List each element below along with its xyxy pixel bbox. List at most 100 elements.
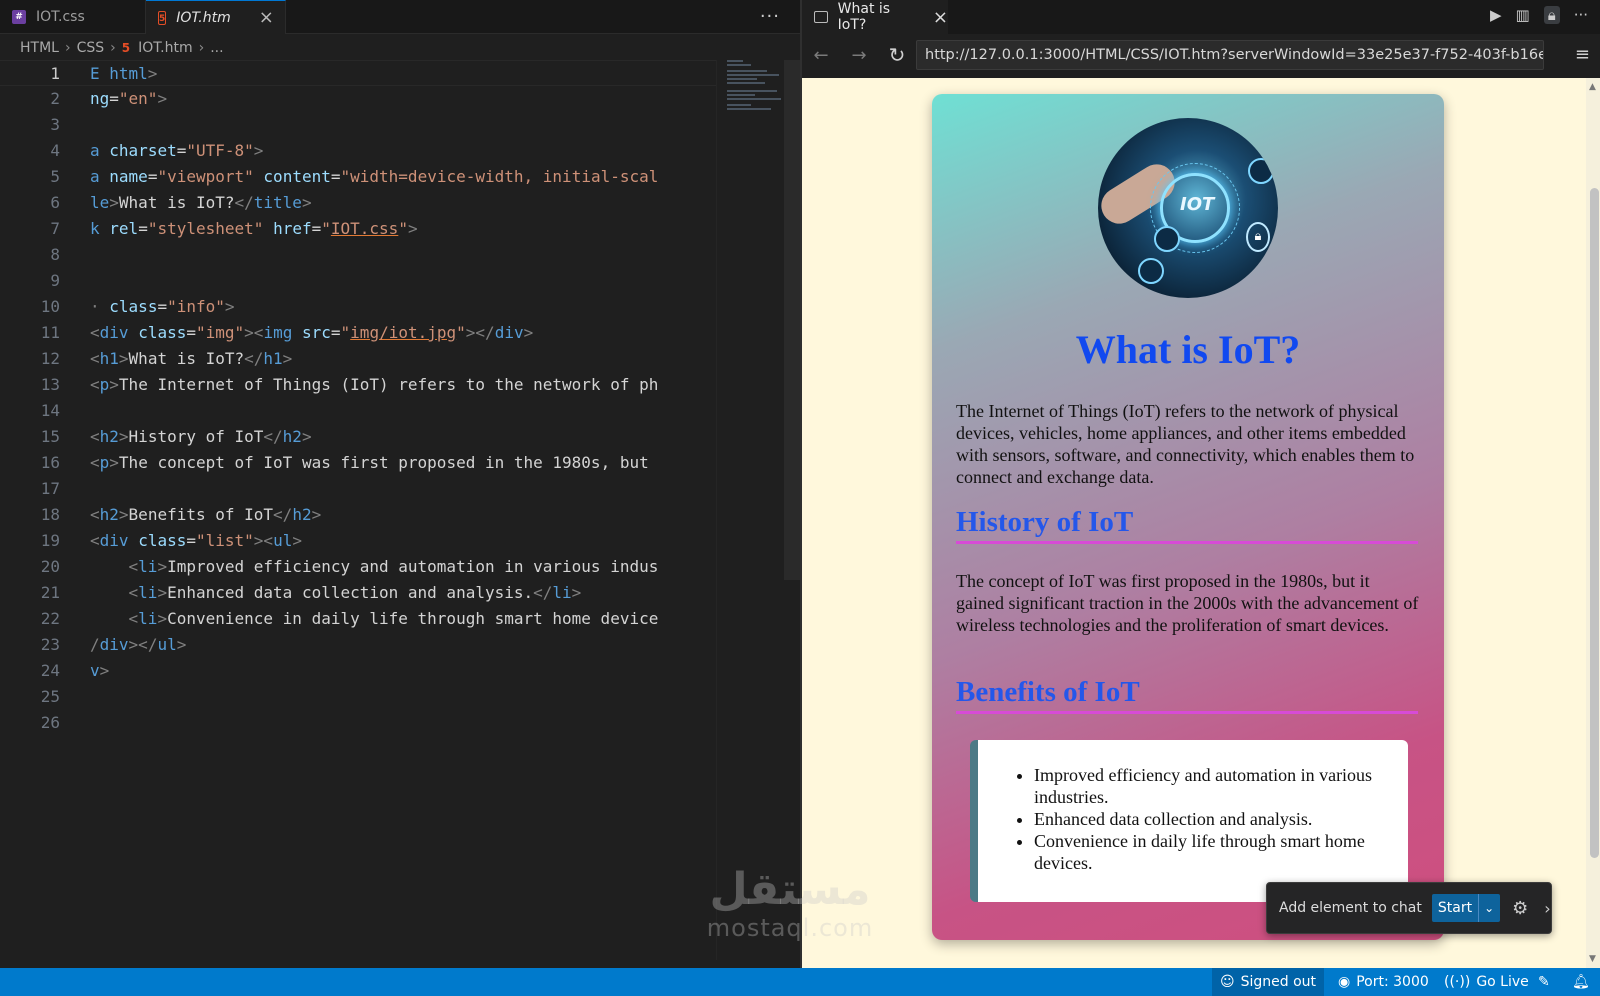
code-line[interactable]: 24 v> <box>0 658 716 684</box>
port-status[interactable]: ◉ Port: 3000 <box>1330 968 1437 996</box>
line-number: 22 <box>40 609 60 628</box>
close-icon[interactable]: × <box>933 7 948 28</box>
forward-arrow-icon[interactable]: → <box>840 45 878 66</box>
feedback-icon[interactable]: ✎ <box>1530 968 1558 996</box>
code-line[interactable]: 7 k rel="stylesheet" href="IOT.css"> <box>0 216 716 242</box>
split-editor-icon[interactable]: ▥ <box>1516 6 1530 24</box>
html5-file-icon: 5 <box>121 41 131 55</box>
code-line[interactable]: 26 <box>0 710 716 736</box>
editor-scrollbar[interactable] <box>784 60 800 580</box>
gear-icon[interactable]: ⚙ <box>1512 898 1528 919</box>
breadcrumb-item[interactable]: IOT.htm <box>138 40 193 56</box>
code-line[interactable]: 8 <box>0 242 716 268</box>
back-arrow-icon[interactable]: ← <box>802 45 840 66</box>
bubble-shape <box>1138 258 1164 284</box>
code-line[interactable]: 5 a name="viewport" content="width=device… <box>0 164 716 190</box>
run-icon[interactable]: ▶ <box>1490 6 1502 24</box>
line-text: E html> <box>90 64 158 83</box>
code-area[interactable]: 1 E html> 2 ng="en"> 3 4 a charset="UTF-8"> 5 a … <box>0 60 716 960</box>
code-editor: # IOT.css 5 IOT.htm × ··· HTML › CSS › 5… <box>0 0 800 968</box>
code-line[interactable]: 21 <li>Enhanced data collection and anal… <box>0 580 716 606</box>
scroll-up-icon[interactable]: ▲ <box>1589 82 1596 92</box>
code-line[interactable]: 19 <div class="list"><ul> <box>0 528 716 554</box>
browser-tab[interactable]: What is IoT? × <box>802 0 948 34</box>
breadcrumb-item[interactable]: HTML <box>20 40 59 56</box>
line-number: 11 <box>40 323 60 342</box>
add-element-to-chat-bar: Add element to chat Start ⌄ ⚙ › <box>1266 882 1552 934</box>
chevron-right-icon: › <box>64 40 71 56</box>
antenna-icon: ((·)) <box>1444 974 1471 990</box>
code-line[interactable]: 14 <box>0 398 716 424</box>
hamburger-menu-icon[interactable]: ≡ <box>1575 44 1590 65</box>
line-number: 14 <box>40 401 60 420</box>
line-number: 15 <box>40 427 60 446</box>
reload-icon[interactable]: ↻ <box>878 43 916 67</box>
code-line[interactable]: 3 <box>0 112 716 138</box>
breadcrumb-item[interactable]: CSS <box>77 40 105 56</box>
code-line[interactable]: 20 <li>Improved efficiency and automatio… <box>0 554 716 580</box>
line-text: <p>The concept of IoT was first proposed… <box>90 453 649 472</box>
lock-icon[interactable]: 🔒︎ <box>1543 6 1560 24</box>
go-live-button[interactable]: ((·)) Go Live <box>1436 968 1537 996</box>
url-input[interactable]: http://127.0.0.1:3000/HTML/CSS/IOT.htm?s… <box>916 40 1544 70</box>
code-line[interactable]: 9 <box>0 268 716 294</box>
code-line[interactable]: 15 <h2>History of IoT</h2> <box>0 424 716 450</box>
start-button[interactable]: Start ⌄ <box>1431 894 1501 922</box>
bell-icon[interactable]: 🔔︎ <box>1564 968 1598 996</box>
list-item: Enhanced data collection and analysis. <box>1034 808 1404 830</box>
code-line[interactable]: 10 · class="info"> <box>0 294 716 320</box>
go-live-label: Go Live <box>1476 974 1529 990</box>
code-line[interactable]: 12 <h1>What is IoT?</h1> <box>0 346 716 372</box>
chat-label: Add element to chat <box>1279 900 1422 916</box>
watermark-latin: mostaql.com <box>706 914 874 942</box>
code-line[interactable]: 16 <p>The concept of IoT was first propos… <box>0 450 716 476</box>
editor-tab-bar: # IOT.css 5 IOT.htm × ··· <box>0 0 800 34</box>
line-number: 5 <box>50 167 60 186</box>
line-number: 26 <box>40 713 60 732</box>
more-actions-icon[interactable]: ··· <box>1574 6 1588 24</box>
line-text: <li>Convenience in daily life through sm… <box>128 609 659 628</box>
status-bar: ☺ Signed out ◉ Port: 3000 ((·)) Go Live … <box>0 968 1600 996</box>
history-paragraph: The concept of IoT was first proposed in… <box>956 571 1419 635</box>
line-text: <li>Enhanced data collection and analysi… <box>128 583 582 602</box>
chevron-right-icon[interactable]: › <box>1544 899 1550 918</box>
code-line[interactable]: 11 <div class="img"><img src="img/iot.jpg… <box>0 320 716 346</box>
code-line[interactable]: 25 <box>0 684 716 710</box>
code-line[interactable]: 1 E html> <box>0 60 716 86</box>
breadcrumb-item[interactable]: ... <box>210 40 223 56</box>
minimap[interactable] <box>716 60 784 960</box>
bubble-shape <box>1248 158 1274 184</box>
browser-preview: What is IoT? × ▶ ▥ 🔒︎ ··· ← → ↻ http://1… <box>800 0 1600 968</box>
code-line[interactable]: 18 <h2>Benefits of IoT</h2> <box>0 502 716 528</box>
line-number: 8 <box>50 245 60 264</box>
code-line[interactable]: 17 <box>0 476 716 502</box>
page-title: What is IoT? <box>1075 327 1301 372</box>
watermark-arabic: مستقل <box>709 864 871 915</box>
line-number: 21 <box>40 583 60 602</box>
browser-tab-bar: What is IoT? × ▶ ▥ 🔒︎ ··· <box>802 0 1600 34</box>
tab-iot-css[interactable]: # IOT.css <box>0 0 146 34</box>
tab-label: IOT.htm <box>176 9 231 26</box>
line-number: 9 <box>50 271 60 290</box>
list-item: Improved efficiency and automation in va… <box>1034 764 1404 808</box>
history-heading: History of IoT <box>956 506 1418 544</box>
code-line[interactable]: 6 le>What is IoT?</title> <box>0 190 716 216</box>
close-icon[interactable]: × <box>259 7 274 28</box>
line-number: 17 <box>40 479 60 498</box>
code-line[interactable]: 4 a charset="UTF-8"> <box>0 138 716 164</box>
scrollbar-thumb[interactable] <box>1590 188 1599 858</box>
port-label: Port: 3000 <box>1356 974 1429 990</box>
tab-iot-htm[interactable]: 5 IOT.htm × <box>146 0 286 34</box>
code-line[interactable]: 2 ng="en"> <box>0 86 716 112</box>
line-text: a name="viewport" content="width=device-… <box>90 167 659 186</box>
code-line[interactable]: 23/div></ul> <box>0 632 716 658</box>
code-line[interactable]: 13 <p>The Internet of Things (IoT) refers… <box>0 372 716 398</box>
line-number: 19 <box>40 531 60 550</box>
chevron-down-icon[interactable]: ⌄ <box>1478 894 1494 922</box>
line-number: 18 <box>40 505 60 524</box>
more-actions-icon[interactable]: ··· <box>760 6 780 27</box>
page-scrollbar[interactable]: ▲ ▼ <box>1586 78 1600 968</box>
code-line[interactable]: 22 <li>Convenience in daily life through… <box>0 606 716 632</box>
scroll-down-icon[interactable]: ▼ <box>1589 954 1596 964</box>
signed-out-status[interactable]: ☺ Signed out <box>1212 968 1325 996</box>
